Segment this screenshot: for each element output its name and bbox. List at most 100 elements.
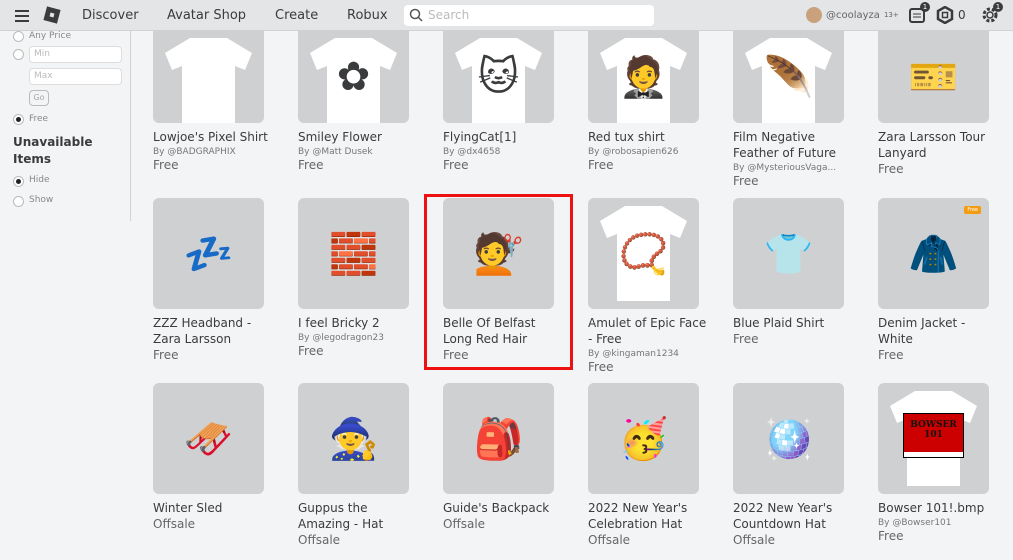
item-thumbnail[interactable]: 👕 [733,198,844,309]
item-creator[interactable]: By @legodragon23 [298,333,410,343]
item-name[interactable]: Guppus the Amazing - Hat [298,500,418,532]
item-name[interactable]: Winter Sled [153,500,273,516]
catalog-item-card[interactable]: 🎒 Guide's Backpack Offsale [443,383,563,531]
item-name[interactable]: FlyingCat[1] [443,129,563,145]
nav-create[interactable]: Create [275,8,318,23]
item-price: Free [298,158,324,172]
catalog-item-card[interactable]: 🧙 Guppus the Amazing - Hat Offsale [298,383,418,547]
menu-icon[interactable] [15,10,29,25]
nav-robux[interactable]: Robux [347,8,388,23]
item-art-icon: 🧱 [328,231,379,277]
min-price-input[interactable]: Min [29,46,122,63]
nav-avatar-shop[interactable]: Avatar Shop [167,8,246,23]
go-button[interactable]: Go [29,90,49,106]
item-price: Free [588,158,614,172]
catalog-item-card[interactable]: 🥳 2022 New Year's Celebration Hat Offsale [588,383,708,547]
item-price: Free [878,162,904,176]
item-creator[interactable]: By @robosapien626 [588,147,700,157]
item-price: Free [733,332,759,346]
catalog-item-card[interactable]: 🐱 FlyingCat[1] By @dx4658 Free [443,30,563,172]
item-name[interactable]: Zara Larsson Tour Lanyard [878,129,998,161]
catalog-item-card[interactable]: ✿ Smiley Flower By @Matt Dusek Free [298,30,418,172]
item-name[interactable]: Smiley Flower [298,129,418,145]
item-name[interactable]: Denim Jacket - White [878,315,998,347]
item-name[interactable]: Lowjoe's Pixel Shirt [153,129,273,145]
max-price-input[interactable]: Max [29,68,122,85]
catalog-item-card[interactable]: 👕 Blue Plaid Shirt Free [733,198,853,346]
catalog-item-card[interactable]: 🎫 Zara Larsson Tour Lanyard Free [878,30,998,176]
item-art-icon: 📿 [618,231,669,277]
item-art-icon: 🧥 [908,231,959,277]
item-thumbnail[interactable]: 📿 [588,198,699,309]
item-art-icon: 🪩 [763,416,814,462]
robux-button[interactable] [936,5,954,25]
search-icon [409,8,423,22]
item-thumbnail[interactable]: 🛷 [153,383,264,494]
item-creator[interactable]: By @dx4658 [443,147,555,157]
item-creator[interactable]: By @MysteriousVaga... [733,163,845,173]
catalog-item-card[interactable]: Lowjoe's Pixel Shirt By @BADGRAPHIX Free [153,30,273,172]
catalog-item-card[interactable]: 🧱 I feel Bricky 2 By @legodragon23 Free [298,198,418,358]
avatar [806,7,822,23]
item-art-icon: 🤵 [618,54,669,100]
item-thumbnail[interactable]: 🧙 [298,383,409,494]
item-price: Free [588,360,614,374]
item-thumbnail[interactable]: 🐱 [443,30,554,123]
item-creator[interactable]: By @BADGRAPHIX [153,147,265,157]
top-nav-bar: Discover Avatar Shop Create Robux Search… [0,0,1013,31]
notifications-button[interactable]: 1 [908,2,930,24]
item-name[interactable]: Bowser 101!.bmp [878,500,998,516]
item-name[interactable]: Red tux shirt [588,129,708,145]
item-thumbnail[interactable]: 💤 [153,198,264,309]
item-name[interactable]: Blue Plaid Shirt [733,315,853,331]
catalog-item-card[interactable]: 🪩 2022 New Year's Countdown Hat Offsale [733,383,853,547]
item-price: Free [733,174,759,188]
item-thumbnail[interactable]: 🧱 [298,198,409,309]
item-thumbnail[interactable]: ✿ [298,30,409,123]
item-art-icon: 🛷 [183,416,234,462]
item-thumbnail[interactable]: 🪶 [733,30,844,123]
free-radio[interactable] [13,114,24,125]
item-thumbnail[interactable]: 🎫 [878,30,989,123]
item-thumbnail[interactable]: 🧥 Free [878,198,989,309]
username: @coolayza [826,9,880,21]
item-name[interactable]: I feel Bricky 2 [298,315,418,331]
user-profile-link[interactable]: @coolayza 13+ [806,7,899,23]
roblox-logo[interactable] [43,6,61,24]
item-name[interactable]: 2022 New Year's Celebration Hat [588,500,708,532]
catalog-item-card[interactable]: 🤵 Red tux shirt By @robosapien626 Free [588,30,708,172]
item-creator[interactable]: By @Matt Dusek [298,147,410,157]
item-thumbnail[interactable]: 🤵 [588,30,699,123]
nav-discover[interactable]: Discover [82,8,139,23]
catalog-item-card[interactable]: 🧥 Free Denim Jacket - White Free [878,198,998,362]
item-name[interactable]: Film Negative Feather of Future [733,129,853,161]
item-thumbnail[interactable]: 🪩 [733,383,844,494]
catalog-item-card[interactable]: 🛷 Winter Sled Offsale [153,383,273,531]
catalog-item-card[interactable]: BOWSER 101 Bowser 101!.bmp By @Bowser101 Fr… [878,383,998,543]
item-price: Free [298,344,324,358]
robux-icon [936,5,954,25]
item-thumbnail[interactable]: 🥳 [588,383,699,494]
unavailable-items-heading: Unavailable Items [13,135,93,166]
catalog-item-card[interactable]: 🪶 Film Negative Feather of Future By @Myst… [733,30,853,188]
item-price: Offsale [733,533,776,547]
item-creator[interactable]: By @Bowser101 [878,518,990,528]
catalog-item-card[interactable]: 📿 Amulet of Epic Face - Free By @kingaman1… [588,198,708,374]
item-price: Offsale [588,533,631,547]
price-range-radio[interactable] [13,49,24,60]
item-thumbnail[interactable]: BOWSER 101 [878,383,989,494]
hide-radio[interactable] [13,176,24,187]
item-thumbnail[interactable]: 🎒 [443,383,554,494]
item-name[interactable]: Amulet of Epic Face - Free [588,315,708,347]
item-name[interactable]: ZZZ Headband - Zara Larsson [153,315,273,347]
item-creator[interactable]: By @kingaman1234 [588,349,700,359]
catalog-item-card[interactable]: 💤 ZZZ Headband - Zara Larsson Free [153,198,273,362]
show-radio[interactable] [13,196,24,207]
settings-button[interactable]: 1 [981,2,1003,24]
item-thumbnail[interactable] [153,30,264,123]
any-price-radio[interactable] [13,31,24,42]
search-input[interactable]: Search [404,5,654,26]
item-name[interactable]: Guide's Backpack [443,500,563,516]
item-name[interactable]: 2022 New Year's Countdown Hat [733,500,853,532]
settings-badge: 1 [993,2,1003,12]
